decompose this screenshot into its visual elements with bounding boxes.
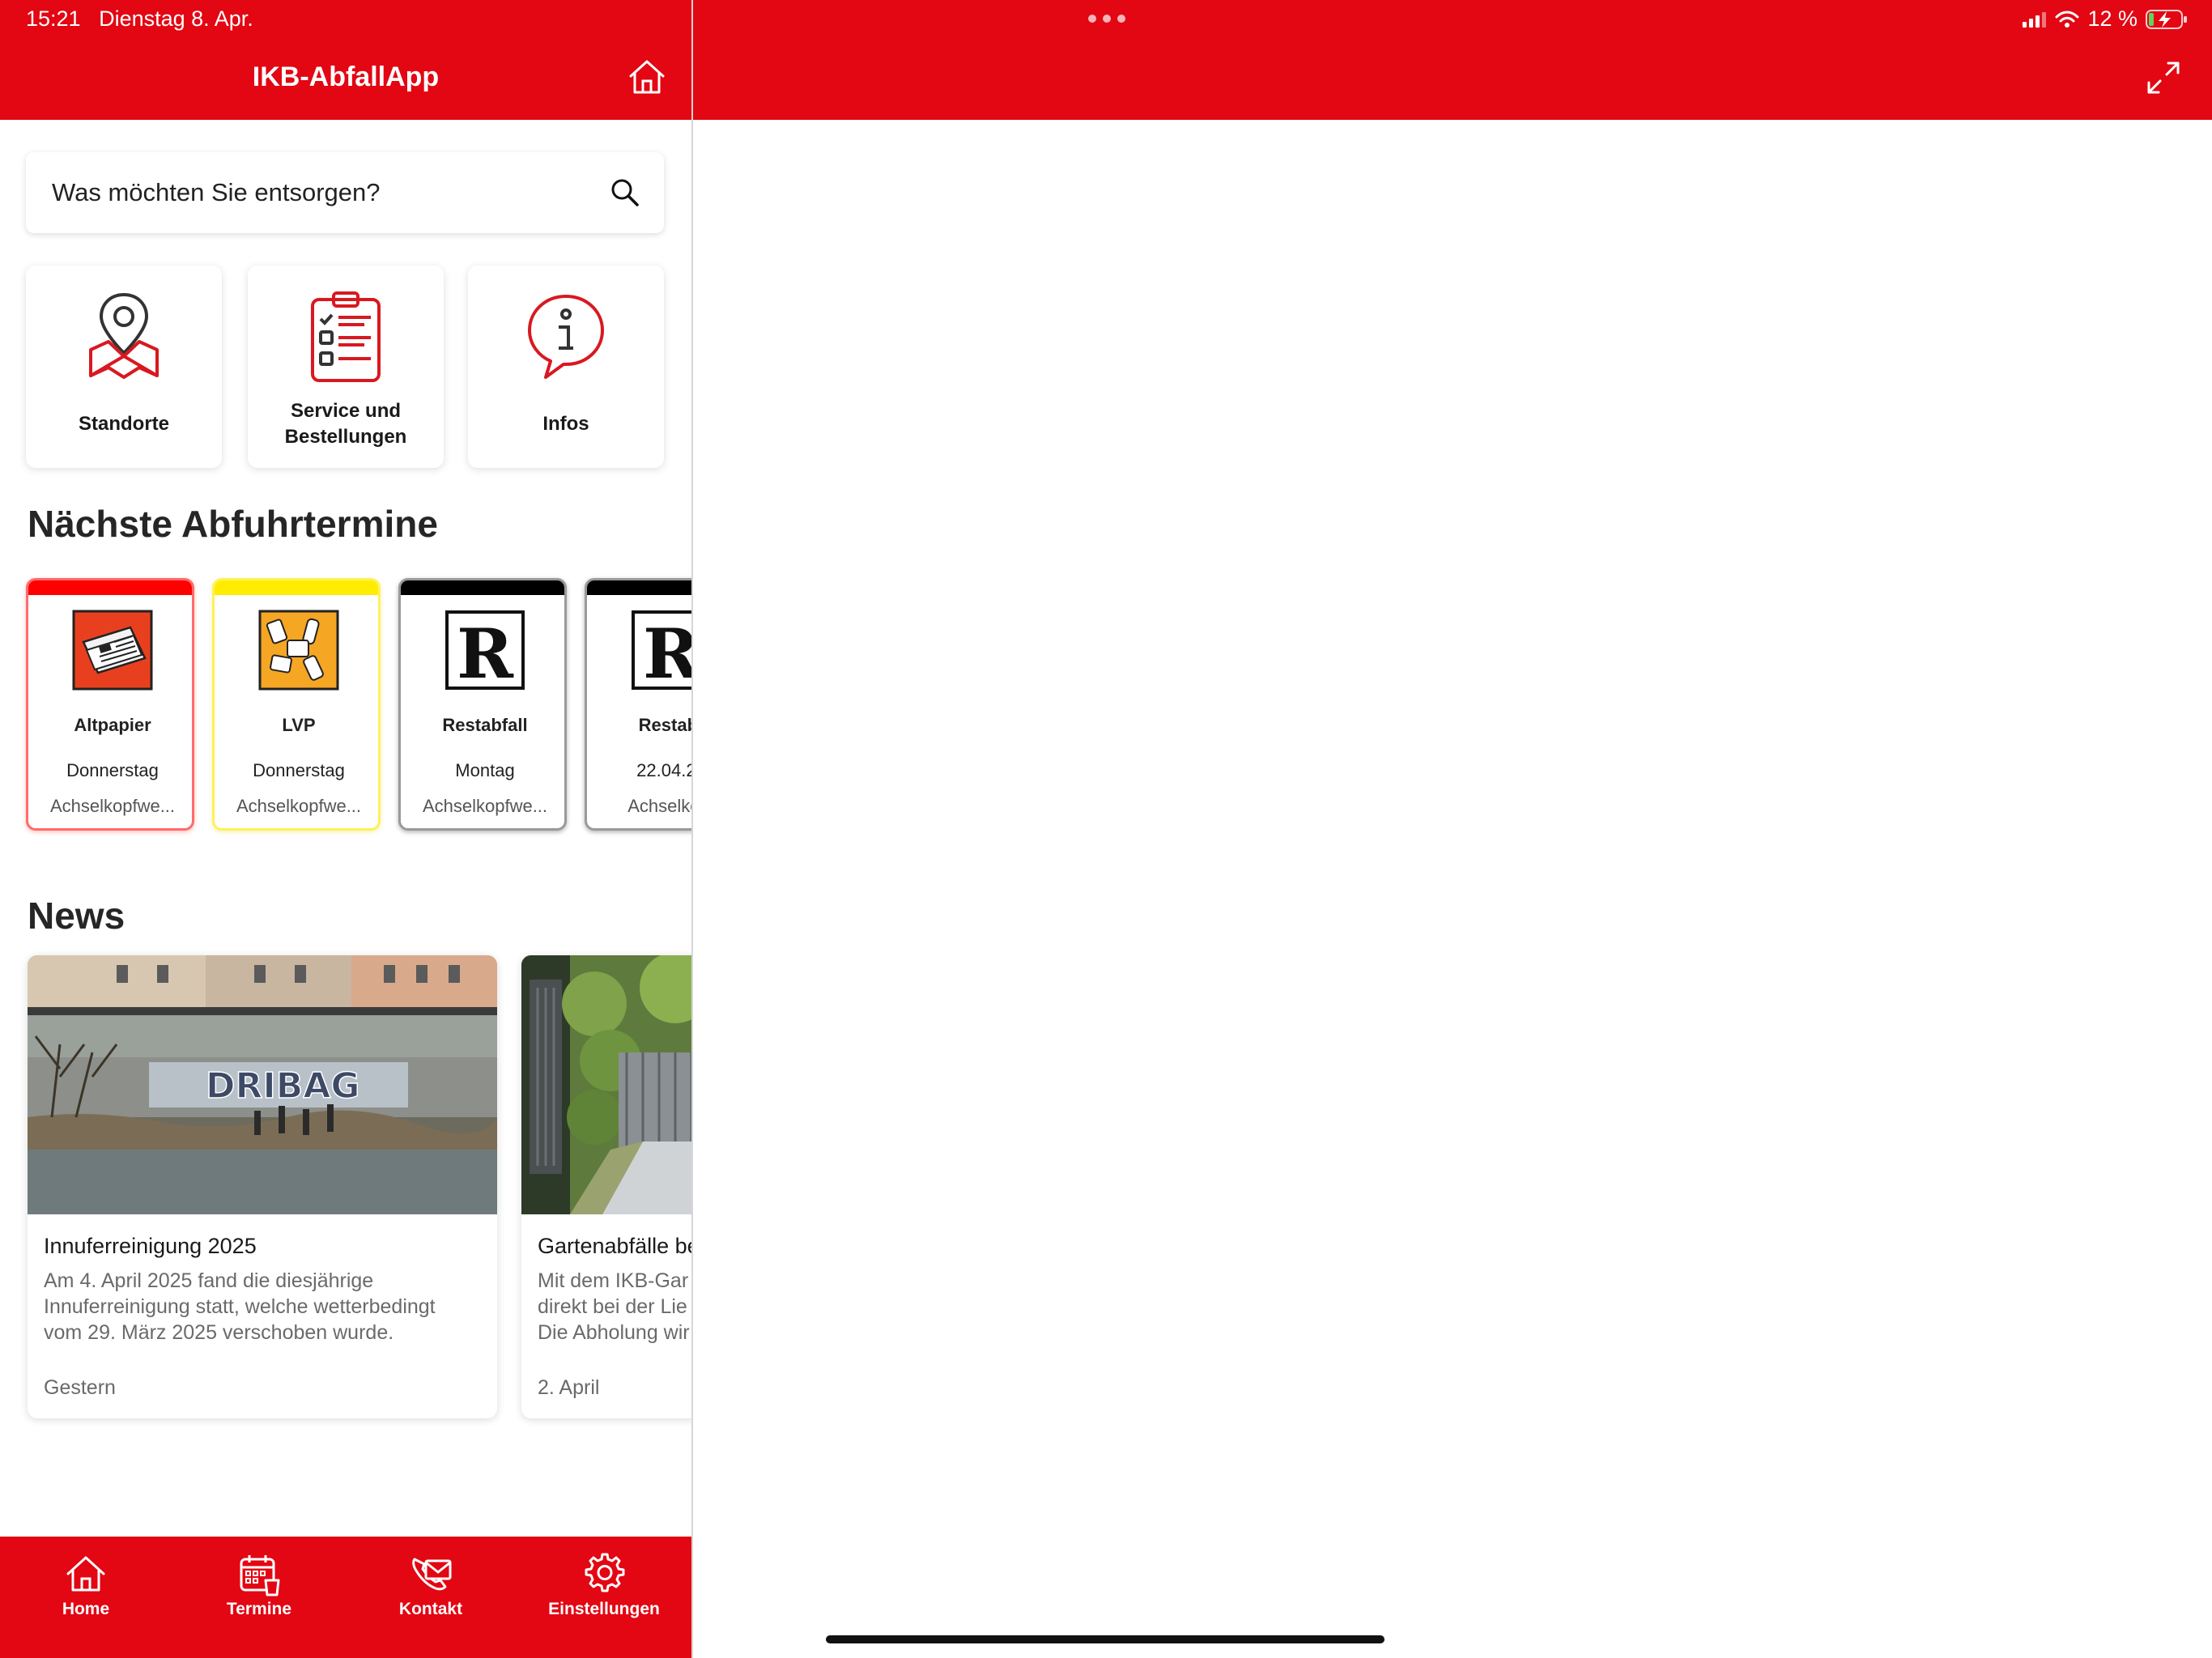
tile-service-label-line2: Bestellungen xyxy=(284,426,407,448)
collection-color-bar xyxy=(28,580,192,595)
expand-icon[interactable] xyxy=(2144,58,2183,97)
svg-text:R: R xyxy=(643,614,691,691)
collection-day: Donnerstag xyxy=(66,760,159,780)
news-body-line: Die Abholung wir xyxy=(538,1321,690,1344)
battery-charging-icon xyxy=(2146,9,2187,29)
wifi-icon xyxy=(2055,11,2079,28)
collection-color-bar xyxy=(401,580,564,595)
home-icon xyxy=(66,1556,105,1592)
packaging-icon xyxy=(258,610,339,691)
tab-kontakt[interactable]: Kontakt xyxy=(350,1551,512,1619)
tab-termine[interactable]: Termine xyxy=(178,1551,340,1619)
collection-name: LVP xyxy=(282,715,316,735)
search-input[interactable]: Was möchten Sie entsorgen? xyxy=(26,152,664,233)
collection-color-bar xyxy=(215,580,378,595)
tile-standorte-label: Standorte xyxy=(78,413,169,435)
search-placeholder: Was möchten Sie entsorgen? xyxy=(52,178,381,206)
tile-infos[interactable]: Infos xyxy=(468,266,664,468)
status-clock: 15:21 xyxy=(26,6,81,31)
status-date: Dienstag 8. Apr. xyxy=(99,6,253,31)
tile-infos-label: Infos xyxy=(542,413,589,435)
tile-service-label: Service und Bestellungen xyxy=(248,398,444,450)
collection-day: 22.04.20 xyxy=(636,760,691,780)
collection-street: Achselkopfwe... xyxy=(236,796,362,816)
collection-day: Donnerstag xyxy=(253,760,345,780)
collection-card-restabfall[interactable]: R Restabfall Montag Achselkopfwe... xyxy=(398,578,567,831)
restabfall-r-icon: R xyxy=(632,610,691,691)
news-image-garden xyxy=(521,955,691,1214)
collection-name: Altpapier xyxy=(74,715,151,735)
collection-color-bar xyxy=(587,580,691,595)
right-pane: 12 % xyxy=(693,0,2212,1658)
gear-icon xyxy=(585,1553,625,1592)
tile-service-label-line1: Service und xyxy=(290,400,402,422)
battery-percent: 12 % xyxy=(2087,6,2138,31)
signal-icon xyxy=(2023,11,2047,28)
status-indicators: 12 % xyxy=(2023,6,2188,32)
app-title: IKB-AbfallApp xyxy=(252,62,440,92)
phone-mail-icon xyxy=(412,1558,452,1591)
section-title-news: News xyxy=(28,895,125,937)
news-card-gartenabfaelle[interactable]: Gartenabfälle be Mit dem IKB-Gar direkt … xyxy=(521,955,691,1418)
collection-name: Restabfall xyxy=(442,715,528,735)
svg-text:R: R xyxy=(457,614,514,691)
calendar-icon xyxy=(240,1555,280,1596)
status-time: 15:21 Dienstag 8. Apr. xyxy=(26,6,253,32)
search-icon[interactable] xyxy=(609,176,641,209)
collection-street: Achselkopfwe... xyxy=(422,796,548,816)
tab-home[interactable]: Home xyxy=(5,1551,167,1619)
newspaper-icon xyxy=(72,610,153,691)
home-header-icon[interactable] xyxy=(627,57,667,97)
collection-street: Achselkopfwe... xyxy=(49,796,176,816)
collection-card-altpapier[interactable]: Altpapier Donnerstag Achselkopfwe... xyxy=(26,578,194,831)
news-body-line: Am 4. April 2025 fand die diesjährige xyxy=(44,1269,374,1292)
app-header: 15:21 Dienstag 8. Apr. IKB-AbfallApp xyxy=(0,0,691,120)
tab-kontakt-label: Kontakt xyxy=(398,1600,463,1618)
news-body: Am 4. April 2025 fand die diesjährige In… xyxy=(44,1268,497,1346)
home-indicator[interactable] xyxy=(826,1635,1385,1643)
collection-name: Restabf xyxy=(638,715,691,735)
svg-text:DRIBAG: DRIBAG xyxy=(206,1065,359,1107)
news-body-line: Mit dem IKB-Gar xyxy=(538,1269,689,1292)
news-body-line: direkt bei der Lie xyxy=(538,1295,687,1318)
right-header: 12 % xyxy=(693,0,2212,120)
tab-einstellungen-label: Einstellungen xyxy=(548,1600,660,1618)
news-date: 2. April xyxy=(538,1376,600,1399)
info-bubble-icon xyxy=(528,295,604,379)
collection-street: Achselkopf xyxy=(627,796,691,816)
left-pane: 15:21 Dienstag 8. Apr. IKB-AbfallApp Was… xyxy=(0,0,691,1658)
news-title: Gartenabfälle be xyxy=(538,1234,691,1258)
location-map-icon xyxy=(89,292,159,379)
restabfall-r-icon: R xyxy=(445,610,525,691)
news-body-line: vom 29. März 2025 verschoben wurde. xyxy=(44,1321,394,1344)
tab-termine-label: Termine xyxy=(226,1600,292,1618)
multitask-dots[interactable] xyxy=(1088,15,1125,23)
tile-standorte[interactable]: Standorte xyxy=(26,266,222,468)
section-title-collections: Nächste Abfuhrtermine xyxy=(28,503,438,545)
news-image-riverbank: DRIBAG xyxy=(28,955,497,1214)
tab-einstellungen[interactable]: Einstellungen xyxy=(523,1551,685,1619)
tab-home-label: Home xyxy=(62,1600,110,1618)
tile-service[interactable]: Service und Bestellungen xyxy=(248,266,444,468)
collection-card-lvp[interactable]: LVP Donnerstag Achselkopfwe... xyxy=(212,578,381,831)
collection-day: Montag xyxy=(455,760,515,780)
news-card-innuferreinigung[interactable]: DRIBAG Innuferreinigung 2025 Am 4. April… xyxy=(28,955,497,1418)
checklist-icon xyxy=(311,291,381,382)
bottom-tab-bar: Home Termine Kontakt Einstellungen xyxy=(0,1537,691,1658)
news-title: Innuferreinigung 2025 xyxy=(44,1234,257,1258)
news-body: Mit dem IKB-Gar direkt bei der Lie Die A… xyxy=(538,1268,691,1346)
news-date: Gestern xyxy=(44,1376,116,1399)
news-body-line: Innuferreinigung statt, welche wetterbed… xyxy=(44,1295,436,1318)
collection-card-restabfall-2[interactable]: R Restabf 22.04.20 Achselkopf xyxy=(585,578,691,831)
